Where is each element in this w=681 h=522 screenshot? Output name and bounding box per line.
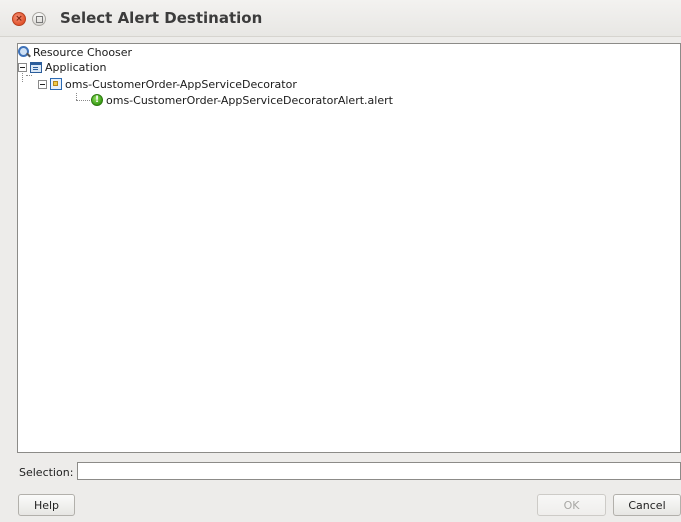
tree-guide-line (76, 93, 77, 100)
maximize-icon[interactable] (32, 12, 46, 26)
tree-node-label: oms-CustomerOrder-AppServiceDecorator (65, 77, 297, 91)
ok-button[interactable]: OK (537, 494, 606, 516)
alert-icon: ! (91, 94, 103, 106)
close-icon[interactable]: × (12, 12, 26, 26)
application-icon (30, 61, 42, 73)
search-icon (18, 46, 30, 58)
tree-node-label: oms-CustomerOrder-AppServiceDecoratorAle… (106, 93, 393, 107)
help-button[interactable]: Help (18, 494, 75, 516)
tree-node-alert[interactable]: ! oms-CustomerOrder-AppServiceDecoratorA… (91, 93, 393, 107)
tree-node-label: Resource Chooser (33, 45, 133, 59)
selection-label-text: Selection: (19, 466, 74, 479)
tree-node-resource-chooser[interactable]: Resource Chooser (18, 45, 132, 59)
selection-input[interactable] (77, 462, 681, 480)
title-bar: × Select Alert Destination (0, 0, 681, 37)
tree-node-project[interactable]: oms-CustomerOrder-AppServiceDecorator (38, 77, 297, 91)
tree-guide-line (76, 100, 90, 101)
tree-node-application[interactable]: Application (18, 60, 106, 74)
tree-node-label: Application (45, 60, 107, 74)
collapse-toggle-icon[interactable] (18, 62, 27, 72)
selection-label: Selection: (19, 466, 73, 479)
cancel-button[interactable]: Cancel (613, 494, 681, 516)
project-folder-icon (50, 78, 62, 90)
resource-tree[interactable]: Resource Chooser Application oms-Custome… (17, 43, 681, 453)
collapse-toggle-icon[interactable] (38, 79, 47, 89)
dialog-title: Select Alert Destination (60, 9, 263, 27)
tree-guide-line (26, 75, 32, 76)
